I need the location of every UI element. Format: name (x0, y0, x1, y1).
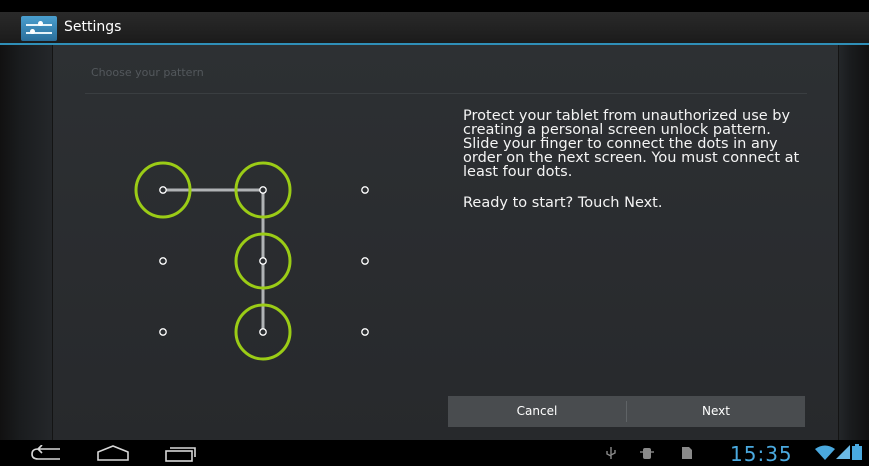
pattern-dot-4[interactable] (159, 257, 167, 265)
pattern-dot-9[interactable] (361, 328, 369, 336)
back-icon[interactable] (30, 445, 64, 461)
action-bar: Settings (0, 12, 869, 45)
home-icon[interactable] (96, 445, 130, 461)
instructions: Protect your tablet from unauthorized us… (463, 109, 803, 227)
button-bar: Cancel Next (448, 396, 805, 427)
cancel-button[interactable]: Cancel (448, 396, 626, 427)
pattern-dot-7[interactable] (159, 328, 167, 336)
clock: 15:35 (730, 442, 793, 466)
usb-icon (606, 447, 616, 459)
battery-icon (852, 444, 862, 460)
unlock-pattern-grid[interactable] (53, 45, 433, 375)
pattern-dot-6[interactable] (361, 257, 369, 265)
signal-icon (836, 445, 850, 459)
debug-icon (640, 448, 654, 459)
wifi-icon (815, 445, 835, 460)
instructions-text: Protect your tablet from unauthorized us… (463, 108, 800, 180)
pattern-dot-3[interactable] (361, 186, 369, 194)
app-title: Settings (64, 19, 122, 35)
top-strip (0, 0, 869, 12)
sd-card-icon (682, 447, 692, 459)
next-button[interactable]: Next (627, 396, 805, 427)
settings-sliders-icon[interactable] (21, 16, 57, 41)
start-prompt: Ready to start? Touch Next. (463, 195, 663, 211)
pattern-setup-panel: Choose your pattern Protect your tablet … (52, 45, 839, 440)
system-navigation-bar: 15:35 (0, 440, 869, 466)
recent-apps-icon[interactable] (164, 445, 198, 463)
